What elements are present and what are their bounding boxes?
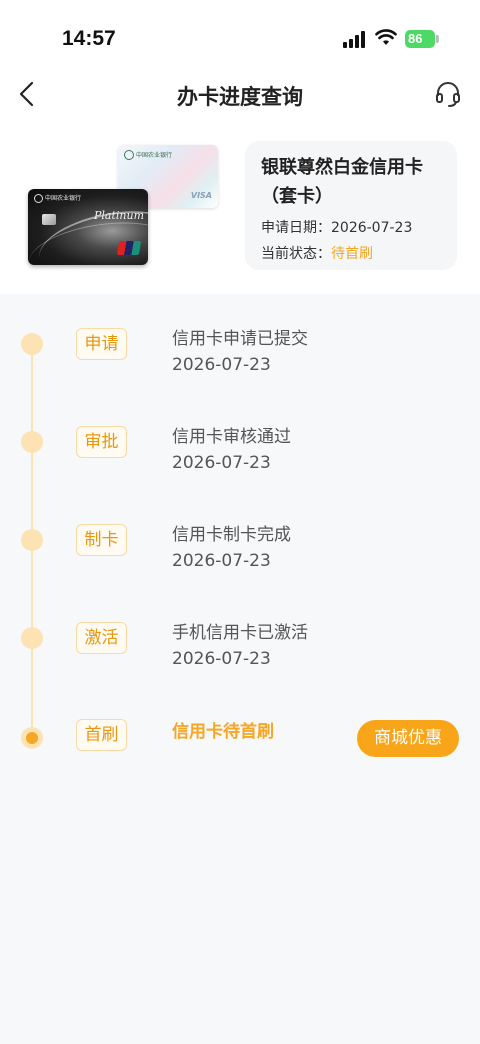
- headset-icon[interactable]: [434, 80, 462, 108]
- unionpay-logo-icon: [116, 241, 142, 255]
- timeline-dot: [21, 333, 43, 355]
- signal-icon: [343, 31, 367, 48]
- status-bar: 14:57 86: [0, 0, 480, 72]
- mall-discount-button[interactable]: 商城优惠: [357, 720, 459, 757]
- step-tag: 审批: [76, 426, 127, 458]
- battery-icon: 86: [405, 30, 435, 48]
- card-info-box: 银联尊然白金信用卡（套卡） 申请日期：2026-07-23 当前状态：待首刷: [245, 141, 457, 270]
- card-image-black: 中国农业银行 Platinum: [28, 189, 148, 265]
- apply-date-row: 申请日期：2026-07-23: [261, 220, 441, 236]
- step-text: 信用卡审核通过: [172, 427, 291, 447]
- status-time: 14:57: [62, 27, 116, 50]
- step-date: 2026-07-23: [172, 355, 271, 375]
- battery-level: 86: [408, 31, 423, 46]
- timeline-dot: [21, 627, 43, 649]
- battery-tip: [436, 35, 439, 43]
- timeline-dot: [21, 529, 43, 551]
- step-tag: 首刷: [76, 719, 127, 751]
- progress-timeline: 申请 信用卡申请已提交 2026-07-23 审批 信用卡审核通过 2026-0…: [0, 294, 480, 1044]
- visa-logo-icon: VISA: [190, 191, 212, 200]
- bank-logo-icon: [124, 150, 134, 160]
- card-name: 银联尊然白金信用卡（套卡）: [261, 157, 423, 207]
- step-tag: 制卡: [76, 524, 127, 556]
- timeline-dot: [21, 431, 43, 453]
- timeline-dot-current: [21, 727, 43, 749]
- step-date: 2026-07-23: [172, 453, 271, 473]
- step-text: 手机信用卡已激活: [172, 623, 308, 643]
- card-chip-icon: [42, 214, 56, 225]
- card-bank-name: 中国农业银行: [136, 152, 173, 159]
- card-bank-name: 中国农业银行: [45, 195, 82, 202]
- step-text: 信用卡制卡完成: [172, 525, 291, 545]
- step-text: 信用卡待首刷: [172, 722, 274, 742]
- step-tag: 申请: [76, 328, 127, 360]
- status-value: 待首刷: [331, 246, 373, 262]
- bank-logo-icon: [34, 194, 43, 203]
- wifi-icon: [375, 29, 397, 45]
- step-tag: 激活: [76, 622, 127, 654]
- status-label: 当前状态：: [261, 246, 331, 262]
- apply-date-label: 申请日期：: [261, 220, 331, 236]
- status-row: 当前状态：待首刷: [261, 246, 441, 262]
- step-date: 2026-07-23: [172, 551, 271, 571]
- step-date: 2026-07-23: [172, 649, 271, 669]
- page-title: 办卡进度查询: [177, 85, 303, 109]
- step-text: 信用卡申请已提交: [172, 329, 308, 349]
- card-tier-label: Platinum: [94, 209, 145, 222]
- apply-date-value: 2026-07-23: [331, 220, 413, 236]
